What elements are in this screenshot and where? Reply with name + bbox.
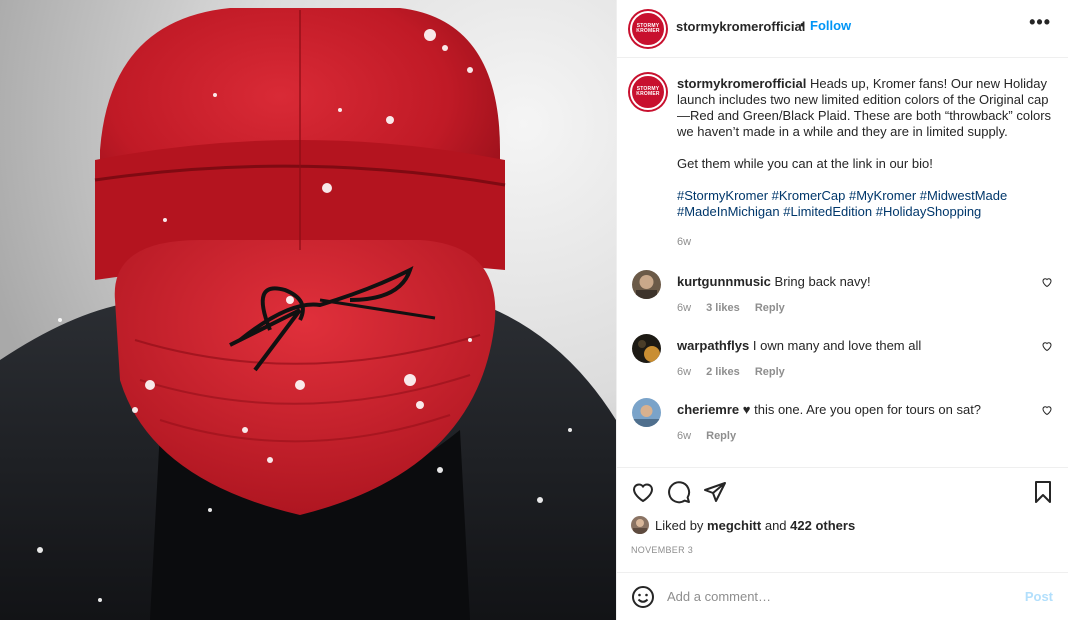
- comment-text: ♥ this one. Are you open for tours on sa…: [742, 402, 982, 417]
- like-comment-heart-icon[interactable]: [1041, 340, 1053, 352]
- comment-username[interactable]: kurtgunnmusic: [677, 274, 771, 289]
- comment-text: Bring back navy!: [774, 274, 871, 289]
- emoji-icon[interactable]: [631, 585, 655, 609]
- comment-likes[interactable]: 3 likes: [706, 302, 740, 314]
- hashtag-link[interactable]: #KromerCap: [772, 188, 846, 203]
- hashtag-link[interactable]: #MyKromer: [849, 188, 916, 203]
- follow-button[interactable]: Follow: [810, 18, 851, 33]
- comment-time[interactable]: 6w: [677, 366, 691, 378]
- comments-list[interactable]: STORMY KROMER stormykromerofficial Heads …: [617, 58, 1068, 468]
- reply-button[interactable]: Reply: [755, 302, 785, 314]
- likes-summary: Liked by megchitt and 422 others: [631, 516, 855, 534]
- commenter-avatar[interactable]: [632, 334, 661, 363]
- comment-icon[interactable]: [667, 480, 691, 504]
- post-header: STORMY KROMER stormykromerofficial • Foll…: [617, 0, 1068, 58]
- post-date[interactable]: NOVEMBER 3: [631, 545, 693, 555]
- post-actions: Liked by megchitt and 422 others NOVEMBE…: [617, 468, 1068, 572]
- comment-body: cheriemre ♥ this one. Are you open for t…: [677, 402, 1017, 418]
- hashtag-link[interactable]: #LimitedEdition: [783, 204, 872, 219]
- heart-icon[interactable]: [631, 480, 655, 504]
- more-options-icon[interactable]: •••: [1029, 12, 1051, 33]
- caption-author[interactable]: stormykromerofficial: [677, 76, 806, 91]
- commenter-avatar[interactable]: [632, 270, 661, 299]
- comment-username[interactable]: warpathflys: [677, 338, 749, 353]
- comment-text: I own many and love them all: [752, 338, 922, 353]
- hashtag-link[interactable]: #MidwestMade: [920, 188, 1007, 203]
- comment-username[interactable]: cheriemre: [677, 402, 739, 417]
- caption-text: stormykromerofficial Heads up, Kromer fa…: [677, 76, 1057, 236]
- reply-button[interactable]: Reply: [706, 430, 736, 442]
- comment-time[interactable]: 6w: [677, 430, 691, 442]
- comment-item: warpathflys I own many and love them all…: [617, 334, 1068, 390]
- hashtag-link[interactable]: #MadeInMichigan: [677, 204, 780, 219]
- comment-meta: 6w Reply: [677, 430, 748, 442]
- hashtag-link[interactable]: #StormyKromer: [677, 188, 768, 203]
- comment-meta: 6w 2 likes Reply: [677, 366, 797, 378]
- comment-body: kurtgunnmusic Bring back navy!: [677, 274, 1017, 290]
- author-avatar[interactable]: STORMY KROMER: [630, 11, 666, 47]
- share-icon[interactable]: [703, 480, 727, 504]
- likes-and: and: [764, 517, 787, 533]
- caption-logo-line2: KROMER: [636, 91, 660, 97]
- comment-meta: 6w 3 likes Reply: [677, 302, 797, 314]
- likes-prefix: Liked by: [655, 517, 704, 533]
- post-photo[interactable]: [0, 0, 616, 620]
- like-comment-heart-icon[interactable]: [1041, 404, 1053, 416]
- separator-dot: •: [800, 17, 805, 32]
- liker-avatar[interactable]: [631, 516, 649, 534]
- hashtag-link[interactable]: #HolidayShopping: [876, 204, 982, 219]
- like-comment-heart-icon[interactable]: [1041, 276, 1053, 288]
- post-detail-panel: STORMY KROMER stormykromerofficial • Foll…: [616, 0, 1068, 620]
- commenter-avatar[interactable]: [632, 398, 661, 427]
- post-comment-button[interactable]: Post: [1025, 589, 1053, 604]
- reply-button[interactable]: Reply: [755, 366, 785, 378]
- comment-time[interactable]: 6w: [677, 302, 691, 314]
- author-username[interactable]: stormykromerofficial: [676, 19, 805, 34]
- add-comment-bar: Post: [617, 572, 1068, 620]
- caption-hashtags: #StormyKromer #KromerCap #MyKromer #Midw…: [677, 188, 1057, 220]
- red-cap-photo: [0, 0, 616, 620]
- comment-input[interactable]: [667, 585, 997, 607]
- comment-item: cheriemre ♥ this one. Are you open for t…: [617, 398, 1068, 454]
- caption-paragraph-2: Get them while you can at the link in ou…: [677, 156, 933, 171]
- caption-timestamp[interactable]: 6w: [677, 236, 691, 248]
- comment-body: warpathflys I own many and love them all: [677, 338, 1017, 354]
- logo-text-line2: KROMER: [636, 28, 660, 34]
- likes-others[interactable]: 422 others: [790, 518, 855, 533]
- bookmark-icon[interactable]: [1031, 480, 1055, 504]
- comment-likes[interactable]: 2 likes: [706, 366, 740, 378]
- liker-username[interactable]: megchitt: [707, 518, 761, 533]
- caption-author-avatar[interactable]: STORMY KROMER: [630, 74, 666, 110]
- comment-item: kurtgunnmusic Bring back navy! 6w 3 like…: [617, 270, 1068, 326]
